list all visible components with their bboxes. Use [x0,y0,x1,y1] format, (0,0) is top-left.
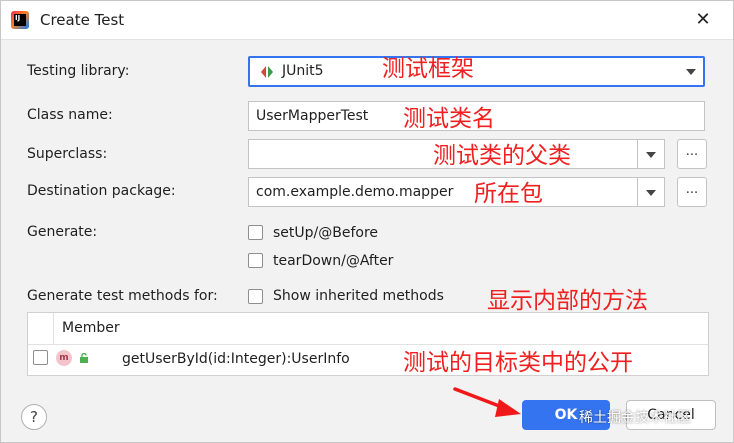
chevron-down-icon [646,190,656,196]
annotation-superclass: 测试类的父类 [433,143,571,169]
member-row-signature[interactable]: getUserById(id:Integer):UserInfo [122,351,350,367]
member-row-checkbox[interactable] [33,350,48,365]
annotation-testing-library: 测试框架 [382,56,474,82]
testing-library-label: Testing library: [27,63,130,79]
help-icon[interactable]: ? [21,404,47,430]
watermark-text: 稀土掘金技术社区 [579,410,691,426]
window-title: Create Test [40,11,125,29]
destination-browse-button[interactable]: ... [677,177,707,207]
superclass-browse-button[interactable]: ... [677,139,707,169]
create-test-dialog: IJ Create Test ✕ Testing library: JUnit5… [0,0,734,443]
title-bar: IJ Create Test ✕ [1,1,733,40]
method-icon: m [56,350,72,366]
teardown-checkbox[interactable] [248,253,263,268]
annotation-show-inherited: 显示内部的方法 [487,288,648,314]
setup-checkbox[interactable] [248,225,263,240]
superclass-dropdown-button[interactable] [637,139,665,169]
column-member[interactable]: Member [62,320,120,336]
teardown-label[interactable]: tearDown/@After [273,253,393,269]
annotation-member: 测试的目标类中的公开 [403,350,633,376]
chevron-down-icon[interactable] [686,69,696,75]
class-name-label: Class name: [27,107,113,123]
annotation-class-name: 测试类名 [403,106,495,132]
destination-dropdown-button[interactable] [637,177,665,207]
show-inherited-checkbox[interactable] [248,289,263,304]
testing-library-combo[interactable]: JUnit5 [248,56,705,87]
destination-package-input[interactable]: com.example.demo.mapper [248,177,638,207]
testing-library-value: JUnit5 [282,63,324,79]
intellij-icon: IJ [11,11,29,29]
header-separator [53,313,54,344]
generate-label: Generate: [27,224,98,240]
superclass-label: Superclass: [27,146,108,162]
chevron-down-icon [646,152,656,158]
show-inherited-label[interactable]: Show inherited methods [273,288,444,304]
table-header: Member [28,313,708,345]
lock-icon [80,353,88,363]
setup-label[interactable]: setUp/@Before [273,225,378,241]
destination-package-label: Destination package: [27,183,176,199]
red-arrow-icon [453,387,521,417]
close-icon[interactable]: ✕ [694,11,712,29]
annotation-destination: 所在包 [474,181,543,207]
generate-methods-label: Generate test methods for: [27,288,218,304]
junit-icon [261,66,273,78]
